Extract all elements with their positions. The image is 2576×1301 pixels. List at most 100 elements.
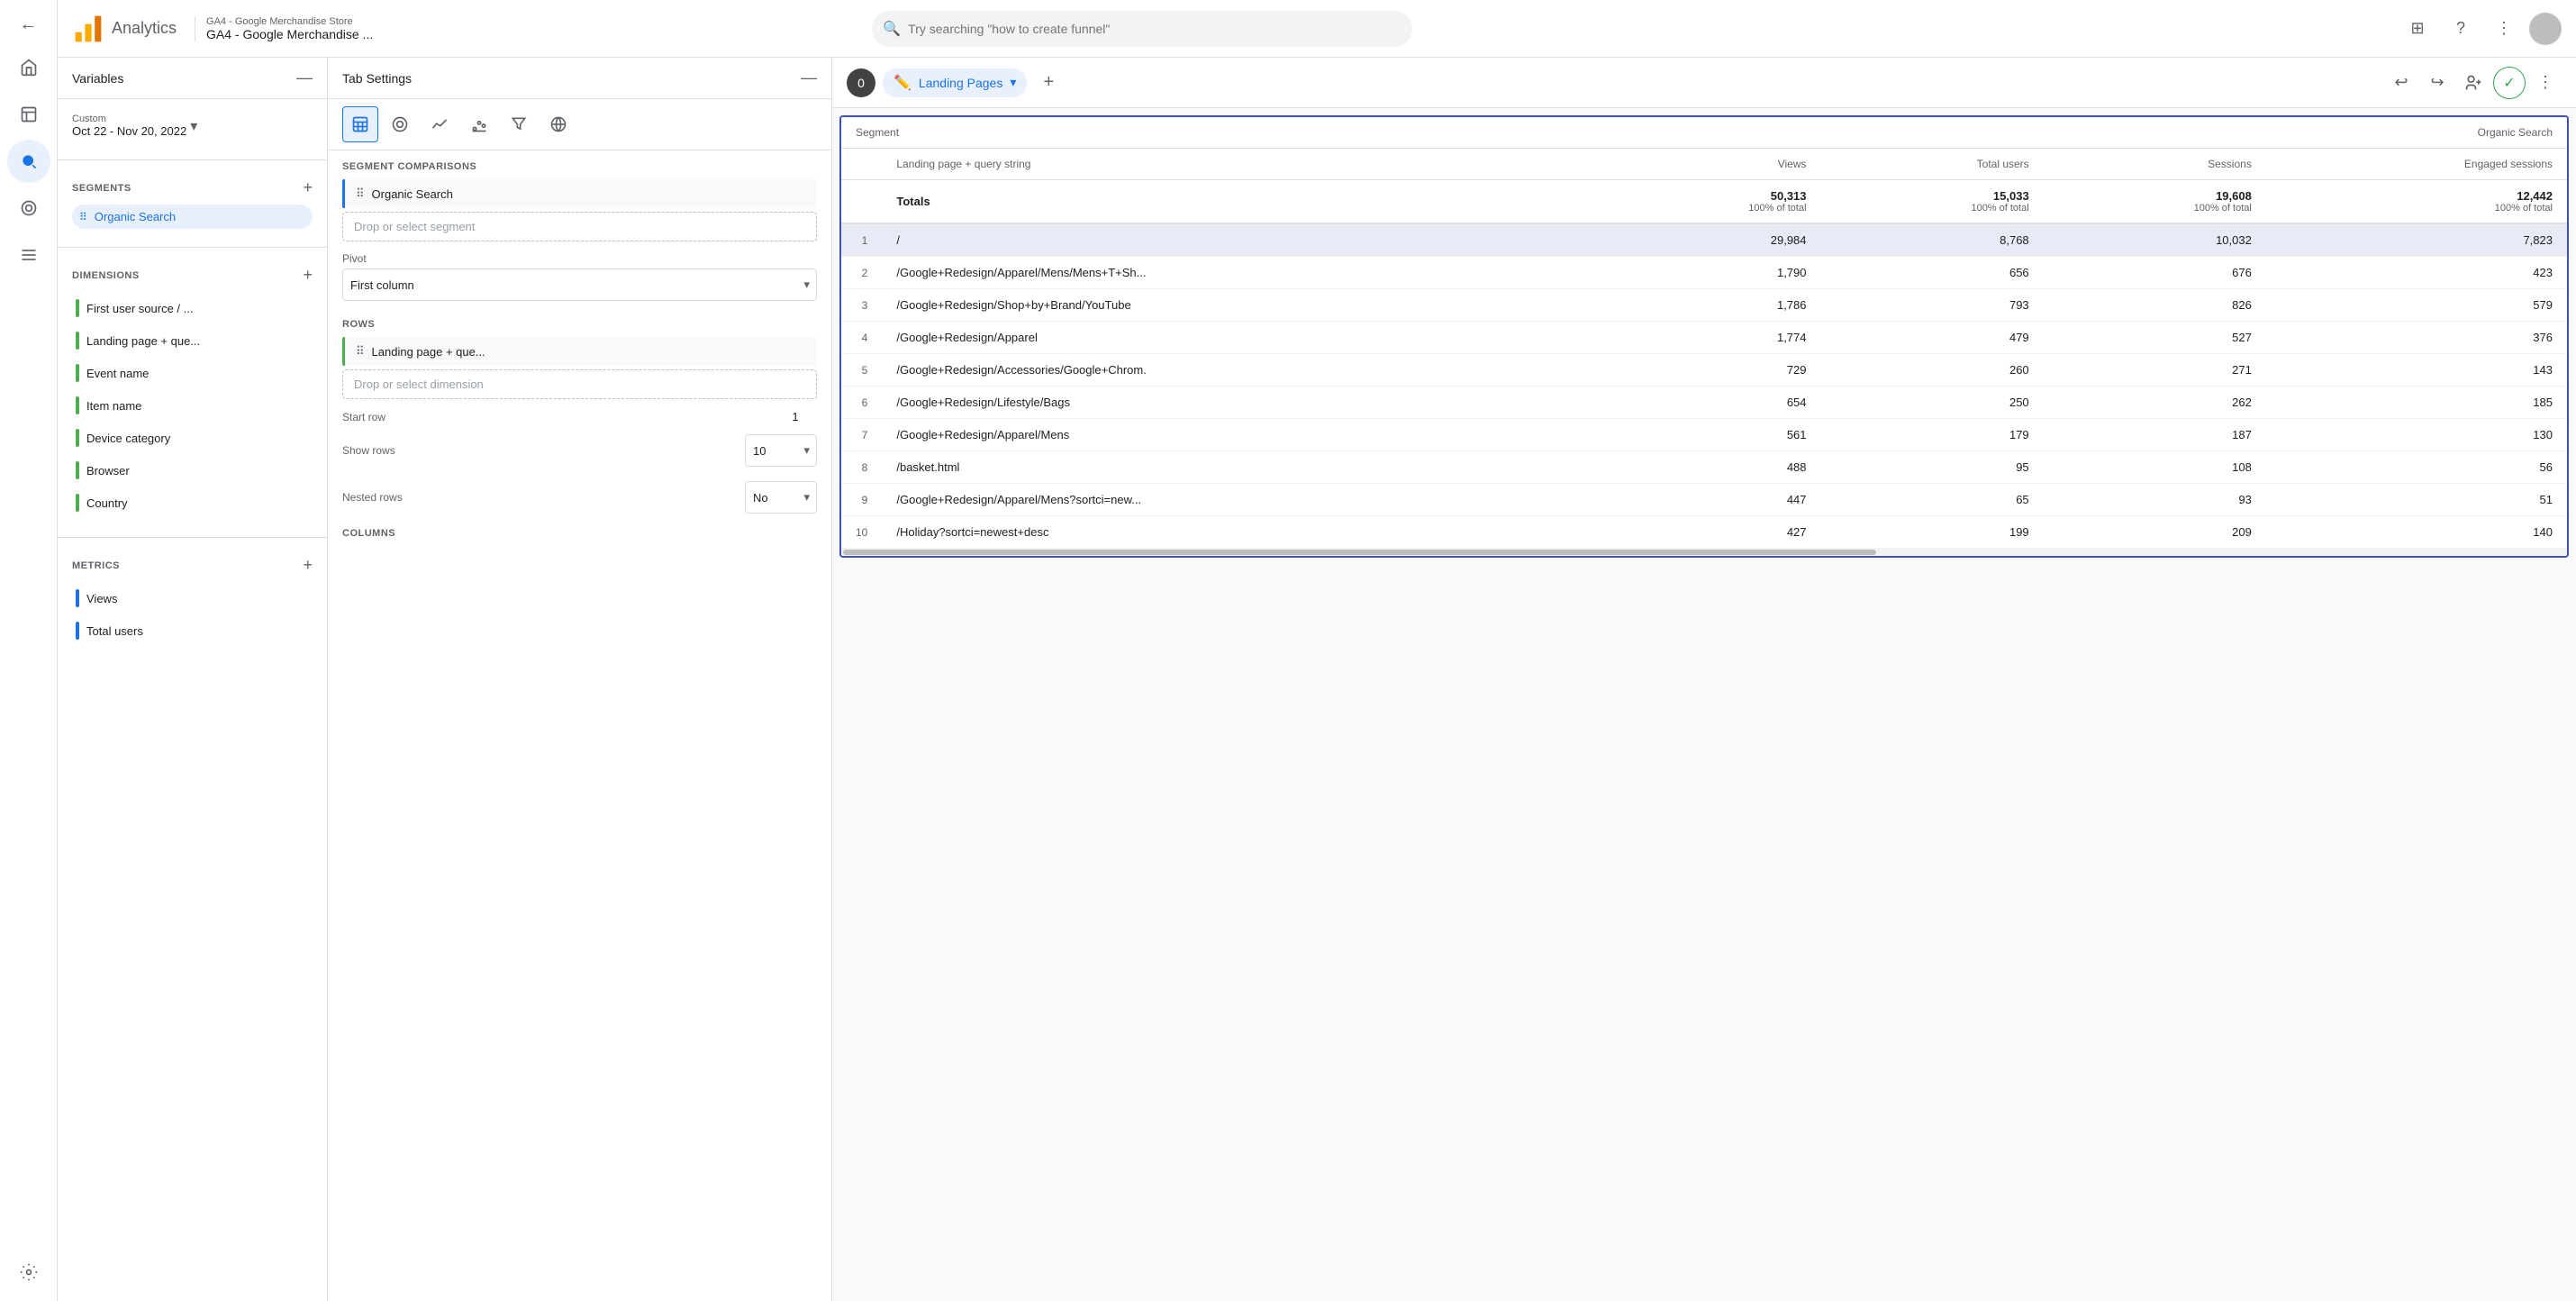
help-button[interactable]: ? — [2443, 11, 2479, 47]
columns-label: COLUMNS — [328, 517, 831, 542]
segment-organic-search[interactable]: ⠿ Organic Search — [72, 205, 313, 229]
viz-funnel-button[interactable] — [501, 106, 537, 142]
dimension-first-user-source[interactable]: First user source / ... — [72, 292, 313, 324]
grid-view-button[interactable]: ⊞ — [2399, 11, 2435, 47]
dimension-text: Landing page + que... — [86, 334, 200, 348]
table-row[interactable]: 4 /Google+Redesign/Apparel 1,774 479 527… — [841, 322, 2567, 354]
add-metric-button[interactable]: + — [303, 556, 313, 575]
table-row[interactable]: 6 /Google+Redesign/Lifestyle/Bags 654 25… — [841, 387, 2567, 419]
page-path[interactable]: /Google+Redesign/Accessories/Google+Chro… — [882, 354, 1598, 387]
share-button[interactable]: ✓ — [2493, 67, 2526, 99]
page-path[interactable]: /basket.html — [882, 451, 1598, 484]
viz-line-button[interactable] — [422, 106, 458, 142]
settings-nav-icon[interactable] — [7, 1251, 50, 1294]
reports-nav-icon[interactable] — [7, 93, 50, 136]
search-input[interactable] — [872, 11, 1412, 47]
table-row[interactable]: 8 /basket.html 488 95 108 56 — [841, 451, 2567, 484]
page-path[interactable]: /Holiday?sortci=newest+desc — [882, 516, 1598, 549]
row-number: 10 — [841, 516, 882, 549]
table-row[interactable]: 2 /Google+Redesign/Apparel/Mens/Mens+T+S… — [841, 257, 2567, 289]
total-users-column-header[interactable]: Total users — [1821, 149, 2044, 180]
tab-dropdown-icon[interactable]: ▾ — [1010, 75, 1016, 90]
page-path[interactable]: / — [882, 223, 1598, 257]
organic-search-header: Organic Search — [1598, 117, 2567, 149]
metric-total-users[interactable]: Total users — [72, 614, 313, 647]
dimension-text: Device category — [86, 432, 170, 445]
table-row[interactable]: 3 /Google+Redesign/Shop+by+Brand/YouTube… — [841, 289, 2567, 322]
dimension-browser[interactable]: Browser — [72, 454, 313, 487]
drop-segment-zone[interactable]: Drop or select segment — [342, 212, 817, 241]
dimension-device-category[interactable]: Device category — [72, 422, 313, 454]
viz-geo-button[interactable] — [540, 106, 576, 142]
page-path[interactable]: /Google+Redesign/Apparel — [882, 322, 1598, 354]
table-row[interactable]: 7 /Google+Redesign/Apparel/Mens 561 179 … — [841, 419, 2567, 451]
redo-button[interactable]: ↪ — [2421, 67, 2454, 99]
row-views: 1,786 — [1598, 289, 1820, 322]
active-tab[interactable]: ✏️ Landing Pages ▾ — [883, 68, 1027, 97]
sessions-column-header[interactable]: Sessions — [2044, 149, 2266, 180]
search-icon: 🔍 — [883, 20, 901, 38]
property-subtitle: GA4 - Google Merchandise Store — [206, 16, 373, 27]
page-path[interactable]: /Google+Redesign/Apparel/Mens — [882, 419, 1598, 451]
dimension-event-name[interactable]: Event name — [72, 357, 313, 389]
row-engaged-sessions: 130 — [2266, 419, 2567, 451]
pivot-select[interactable]: First column Second column Third column — [342, 268, 817, 301]
user-avatar[interactable] — [2529, 13, 2562, 45]
add-segment-button[interactable]: + — [303, 178, 313, 197]
rows-label: ROWS — [328, 308, 831, 333]
date-range-selector[interactable]: Custom Oct 22 - Nov 20, 2022 ▾ — [72, 110, 313, 141]
table-row[interactable]: 1 / 29,984 8,768 10,032 7,823 — [841, 223, 2567, 257]
rows-landing-page[interactable]: ⠿ Landing page + que... — [342, 337, 817, 366]
segment-comparisons-label: SEGMENT COMPARISONS — [328, 150, 831, 176]
start-row-value[interactable]: 1 — [774, 410, 817, 423]
viz-scatter-button[interactable] — [461, 106, 497, 142]
segment-comparison-organic-search[interactable]: ⠿ Organic Search — [342, 179, 817, 208]
tab-settings-close-button[interactable]: — — [801, 68, 817, 87]
viz-table-button[interactable] — [342, 106, 378, 142]
home-nav-icon[interactable] — [7, 46, 50, 89]
row-views: 447 — [1598, 484, 1820, 516]
row-total-users: 793 — [1821, 289, 2044, 322]
search-bar[interactable]: 🔍 — [872, 11, 1412, 47]
page-path[interactable]: /Google+Redesign/Apparel/Mens/Mens+T+Sh.… — [882, 257, 1598, 289]
advertising-nav-icon[interactable] — [7, 187, 50, 230]
add-collaborator-button[interactable] — [2457, 67, 2490, 99]
undo-button[interactable]: ↩ — [2385, 67, 2417, 99]
row-number: 9 — [841, 484, 882, 516]
row-sessions: 108 — [2044, 451, 2266, 484]
metric-views[interactable]: Views — [72, 582, 313, 614]
page-column-header: Landing page + query string — [882, 149, 1598, 180]
engaged-sessions-column-header[interactable]: Engaged sessions — [2266, 149, 2567, 180]
table-row[interactable]: 5 /Google+Redesign/Accessories/Google+Ch… — [841, 354, 2567, 387]
totals-num — [841, 180, 882, 224]
scrollbar-thumb[interactable] — [843, 550, 1876, 555]
table-row[interactable]: 9 /Google+Redesign/Apparel/Mens?sortci=n… — [841, 484, 2567, 516]
page-path[interactable]: /Google+Redesign/Apparel/Mens?sortci=new… — [882, 484, 1598, 516]
page-path[interactable]: /Google+Redesign/Lifestyle/Bags — [882, 387, 1598, 419]
dimension-country[interactable]: Country — [72, 487, 313, 519]
variables-close-button[interactable]: — — [296, 68, 313, 87]
nested-rows-select[interactable]: No Yes — [745, 481, 817, 514]
property-info[interactable]: GA4 - Google Merchandise Store GA4 - Goo… — [195, 16, 373, 41]
row-views: 488 — [1598, 451, 1820, 484]
show-rows-select[interactable]: 5 10 25 50 — [745, 434, 817, 467]
row-number: 7 — [841, 419, 882, 451]
drop-dimension-zone[interactable]: Drop or select dimension — [342, 369, 817, 399]
page-path[interactable]: /Google+Redesign/Shop+by+Brand/YouTube — [882, 289, 1598, 322]
dimension-item-name[interactable]: Item name — [72, 389, 313, 422]
horizontal-scrollbar[interactable] — [841, 549, 2567, 556]
configure-nav-icon[interactable] — [7, 233, 50, 277]
explore-nav-icon[interactable] — [7, 140, 50, 183]
add-tab-button[interactable]: + — [1034, 68, 1063, 97]
row-number: 5 — [841, 354, 882, 387]
more-options-button[interactable]: ⋮ — [2486, 11, 2522, 47]
totals-row: Totals 50,313 100% of total 15,033 100% … — [841, 180, 2567, 224]
back-button[interactable]: ← — [13, 7, 45, 42]
add-dimension-button[interactable]: + — [303, 266, 313, 285]
table-row[interactable]: 10 /Holiday?sortci=newest+desc 427 199 2… — [841, 516, 2567, 549]
views-column-header[interactable]: Views — [1598, 149, 1820, 180]
dimension-landing-page[interactable]: Landing page + que... — [72, 324, 313, 357]
more-report-options-button[interactable]: ⋮ — [2529, 67, 2562, 99]
viz-donut-button[interactable] — [382, 106, 418, 142]
drop-segment-text: Drop or select segment — [354, 220, 475, 233]
